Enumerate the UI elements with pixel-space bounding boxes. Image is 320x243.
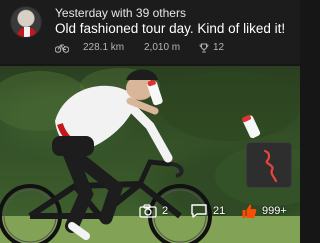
activity-meta: Yesterday with 39 others: [55, 6, 186, 20]
distance-stat: 228.1 km: [55, 42, 124, 53]
achievements-value: 12: [213, 42, 225, 53]
avatar[interactable]: [10, 6, 42, 38]
comments-button[interactable]: 21: [190, 200, 225, 222]
activity-card[interactable]: Yesterday with 39 others Old fashioned t…: [0, 0, 300, 243]
avatar-jersey-stripe: [24, 27, 30, 37]
distance-value: 228.1 km: [83, 42, 125, 53]
achievements-stat: 12: [199, 42, 224, 53]
kudos-count: 999+: [262, 205, 287, 217]
elevation-stat: 2,010 m: [144, 42, 180, 53]
activity-header: Yesterday with 39 others Old fashioned t…: [0, 0, 300, 64]
route-line-icon: [263, 149, 278, 183]
comment-icon: [191, 204, 207, 218]
trophy-icon: [199, 43, 209, 52]
activity-title[interactable]: Old fashioned tour day. Kind of liked it…: [55, 21, 285, 36]
photos-count: 2: [162, 205, 169, 217]
elevation-value: 2,010 m: [144, 42, 181, 53]
comments-count: 21: [213, 205, 226, 217]
thumbs-up-icon: [242, 204, 257, 218]
route-map-thumbnail[interactable]: [246, 142, 292, 188]
camera-icon: [139, 204, 157, 218]
bike-icon: [55, 44, 69, 53]
photos-button[interactable]: 2: [139, 200, 168, 222]
kudos-button[interactable]: 999+: [241, 200, 287, 222]
